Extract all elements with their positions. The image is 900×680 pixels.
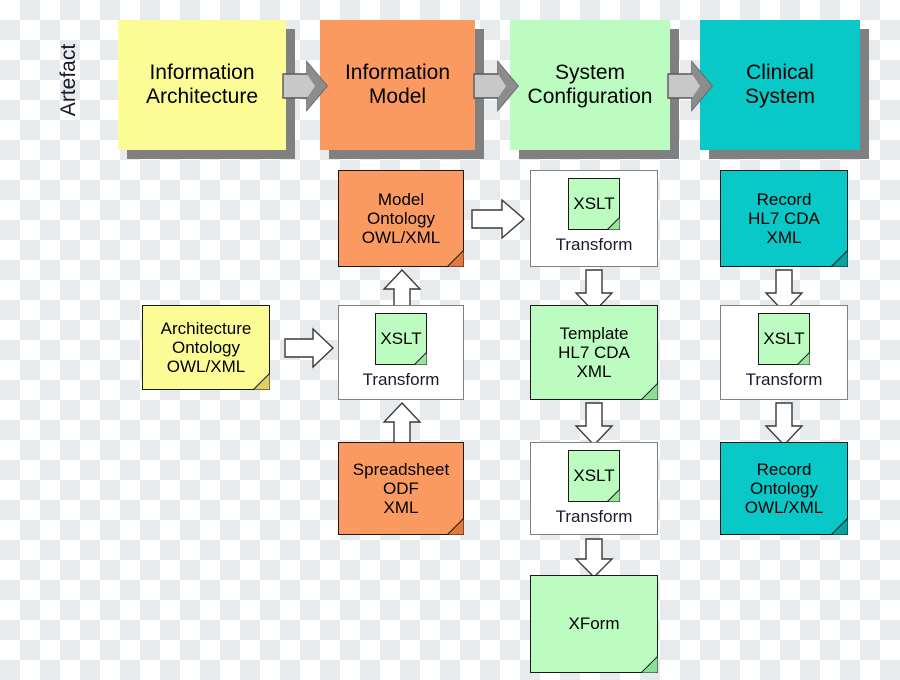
page-fold-icon — [447, 518, 464, 535]
transform-label: Transform — [555, 235, 633, 254]
transform-record-cda-to-ontology[interactable]: XSLT Transform — [720, 305, 848, 400]
page-fold-icon — [641, 656, 658, 673]
doc-xform-label: XForm — [568, 614, 620, 634]
page-fold-icon — [831, 518, 848, 535]
doc-model-ontology-label: Model Ontology OWL/XML — [361, 189, 441, 248]
doc-record-hl7-cda[interactable]: Record HL7 CDA XML — [720, 170, 848, 267]
page-fold-icon — [831, 250, 848, 267]
doc-record-ontology[interactable]: Record Ontology OWL/XML — [720, 442, 848, 535]
doc-xform[interactable]: XForm — [530, 575, 658, 673]
xslt-badge-label: XSLT — [573, 194, 615, 213]
phase-information-model[interactable]: Information Model — [320, 20, 475, 150]
page-fold-icon — [447, 250, 464, 267]
page-fold-icon — [414, 352, 427, 365]
transform-label: Transform — [555, 507, 633, 526]
phase-clinical-system[interactable]: Clinical System — [700, 20, 860, 150]
doc-model-ontology[interactable]: Model Ontology OWL/XML — [338, 170, 464, 267]
transform-label: Transform — [362, 370, 440, 389]
phase-information-architecture[interactable]: Information Architecture — [118, 20, 286, 150]
flow-model-ontology-to-transform — [470, 198, 526, 240]
lane-label-artefact: Artefact — [57, 43, 80, 117]
page-fold-icon — [641, 383, 658, 400]
doc-spreadsheet-odf[interactable]: Spreadsheet ODF XML — [338, 442, 464, 535]
xslt-badge: XSLT — [375, 313, 427, 365]
page-fold-icon — [607, 217, 620, 230]
xslt-badge: XSLT — [568, 450, 620, 502]
flow-template-to-transform — [573, 401, 615, 447]
doc-architecture-ontology[interactable]: Architecture Ontology OWL/XML — [142, 305, 270, 390]
doc-template-hl7-cda[interactable]: Template HL7 CDA XML — [530, 305, 658, 400]
flow-transform-to-xform — [573, 537, 615, 579]
xslt-badge: XSLT — [758, 313, 810, 365]
transform-architecture-to-model[interactable]: XSLT Transform — [338, 305, 464, 400]
flow-transform-to-record-ontology — [763, 401, 805, 447]
doc-architecture-ontology-label: Architecture Ontology OWL/XML — [160, 318, 252, 377]
page-fold-icon — [607, 489, 620, 502]
flow-architecture-ontology-to-transform — [283, 327, 335, 369]
xslt-badge-label: XSLT — [573, 466, 615, 485]
page-fold-icon — [253, 373, 270, 390]
page-fold-icon — [797, 352, 810, 365]
flow-spreadsheet-to-transform — [381, 401, 423, 447]
transform-label: Transform — [745, 370, 823, 389]
doc-record-ontology-label: Record Ontology OWL/XML — [744, 459, 824, 518]
transform-template-to-xform[interactable]: XSLT Transform — [530, 442, 658, 535]
phase-system-configuration[interactable]: System Configuration — [510, 20, 670, 150]
diagram-canvas: Artefact Information Architecture Inform… — [0, 0, 900, 680]
doc-template-hl7-cda-label: Template HL7 CDA XML — [558, 323, 630, 382]
xslt-badge: XSLT — [568, 178, 620, 230]
xslt-badge-label: XSLT — [763, 329, 805, 348]
transform-model-to-template[interactable]: XSLT Transform — [530, 170, 658, 267]
xslt-badge-label: XSLT — [380, 329, 422, 348]
doc-record-hl7-cda-label: Record HL7 CDA XML — [748, 189, 820, 248]
doc-spreadsheet-odf-label: Spreadsheet ODF XML — [352, 459, 450, 518]
